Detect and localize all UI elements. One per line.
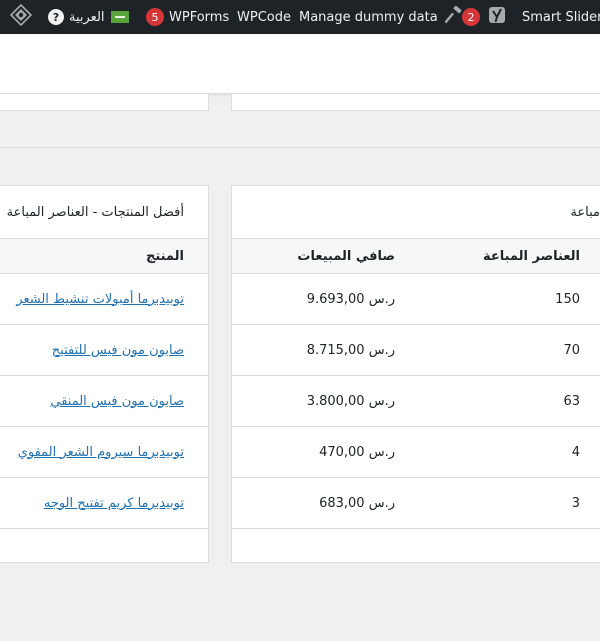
language-label: العربية [69,9,105,25]
table-row: 3.800,00 ر.س 63 [232,376,600,427]
wordpress-icon [9,3,33,30]
items-sold-value: 63 [563,393,580,409]
table-row: 9.693,00 ر.س 150 [232,274,600,325]
wpforms-count-badge: 5 [146,8,164,26]
table-header: المنتج [0,239,208,274]
flag-icon [110,11,129,23]
column-header-product[interactable]: المنتج [146,239,184,273]
help-icon: ? [48,9,64,25]
page-header [0,34,600,94]
product-link[interactable]: صابون مون فيس المنقي [50,394,184,409]
product-link[interactable]: صابون مون فيس للتفتيح [52,343,184,358]
table-row: صابون مون فيس المنقي [0,376,208,427]
panel-stub-right [231,94,600,111]
wpforms-menu[interactable]: 5 WPForms [146,0,229,34]
section-divider [0,147,600,148]
net-sales-value: 9.693,00 ر.س [306,291,395,307]
product-link[interactable]: توبيدبرما أمبولات تنشيط الشعر [16,292,184,307]
hammer-icon [444,5,463,28]
table-row: 8.715,00 ر.س 70 [232,325,600,376]
items-sold-value: 150 [555,291,580,307]
items-sold-value: 70 [563,342,580,358]
table-row: توبيدبرما سيروم الشعر المقوي [0,427,208,478]
yoast-seo-menu[interactable]: 2 [462,0,506,34]
panel-stub-left [0,94,209,111]
table-row: 683,00 ر.س 3 [232,478,600,529]
wpforms-label: WPForms [169,9,230,25]
table-row: صابون مون فيس للتفتيح [0,325,208,376]
card-title: أفضل المنتجات - العناصر المباعة [0,186,208,239]
product-link[interactable]: توبيدبرما سيروم الشعر المقوي [18,445,184,460]
items-sold-value: 3 [571,495,580,511]
net-sales-value: 3.800,00 ر.س [306,393,395,409]
yoast-count-badge: 2 [462,8,480,26]
table-row: توبيدبرما أمبولات تنشيط الشعر [0,274,208,325]
table-row: 470,00 ر.س 4 [232,427,600,478]
smart-slider-label: Smart Slider [522,9,600,25]
top-products-card: أفضل المنتجات - العناصر المباعة المنتج ت… [0,185,209,563]
yoast-icon [488,5,506,29]
wpcode-label: WPCode [237,9,291,25]
net-sales-value: 8.715,00 ر.س [306,342,395,358]
product-link[interactable]: توبيدبرما كريم تفتيح الوجه [44,496,184,511]
language-switcher[interactable]: ? العربية [48,0,135,34]
column-header-items-sold[interactable]: العناصر المباعة [483,239,580,273]
items-sold-value: 4 [571,444,580,460]
table-row: توبيدبرما كريم تفتيح الوجه [0,478,208,529]
wpcode-menu[interactable]: WPCode [237,0,291,34]
wordpress-menu[interactable] [9,0,33,34]
card-title: مباعة [232,186,600,239]
table-header: صافي المبيعات العناصر المباعة [232,239,600,274]
net-sales-value: 683,00 ر.س [319,495,395,511]
items-sold-card: مباعة صافي المبيعات العناصر المباعة 9.69… [231,185,600,563]
dummy-data-label: Manage dummy data [299,9,438,25]
admin-bar: ? العربية 5 WPForms WPCode Manage dummy … [0,0,600,34]
column-header-net-sales[interactable]: صافي المبيعات [297,239,395,273]
net-sales-value: 470,00 ر.س [319,444,395,460]
smart-slider-menu[interactable]: Smart Slider [522,0,600,34]
dummy-data-menu[interactable]: Manage dummy data [299,0,463,34]
